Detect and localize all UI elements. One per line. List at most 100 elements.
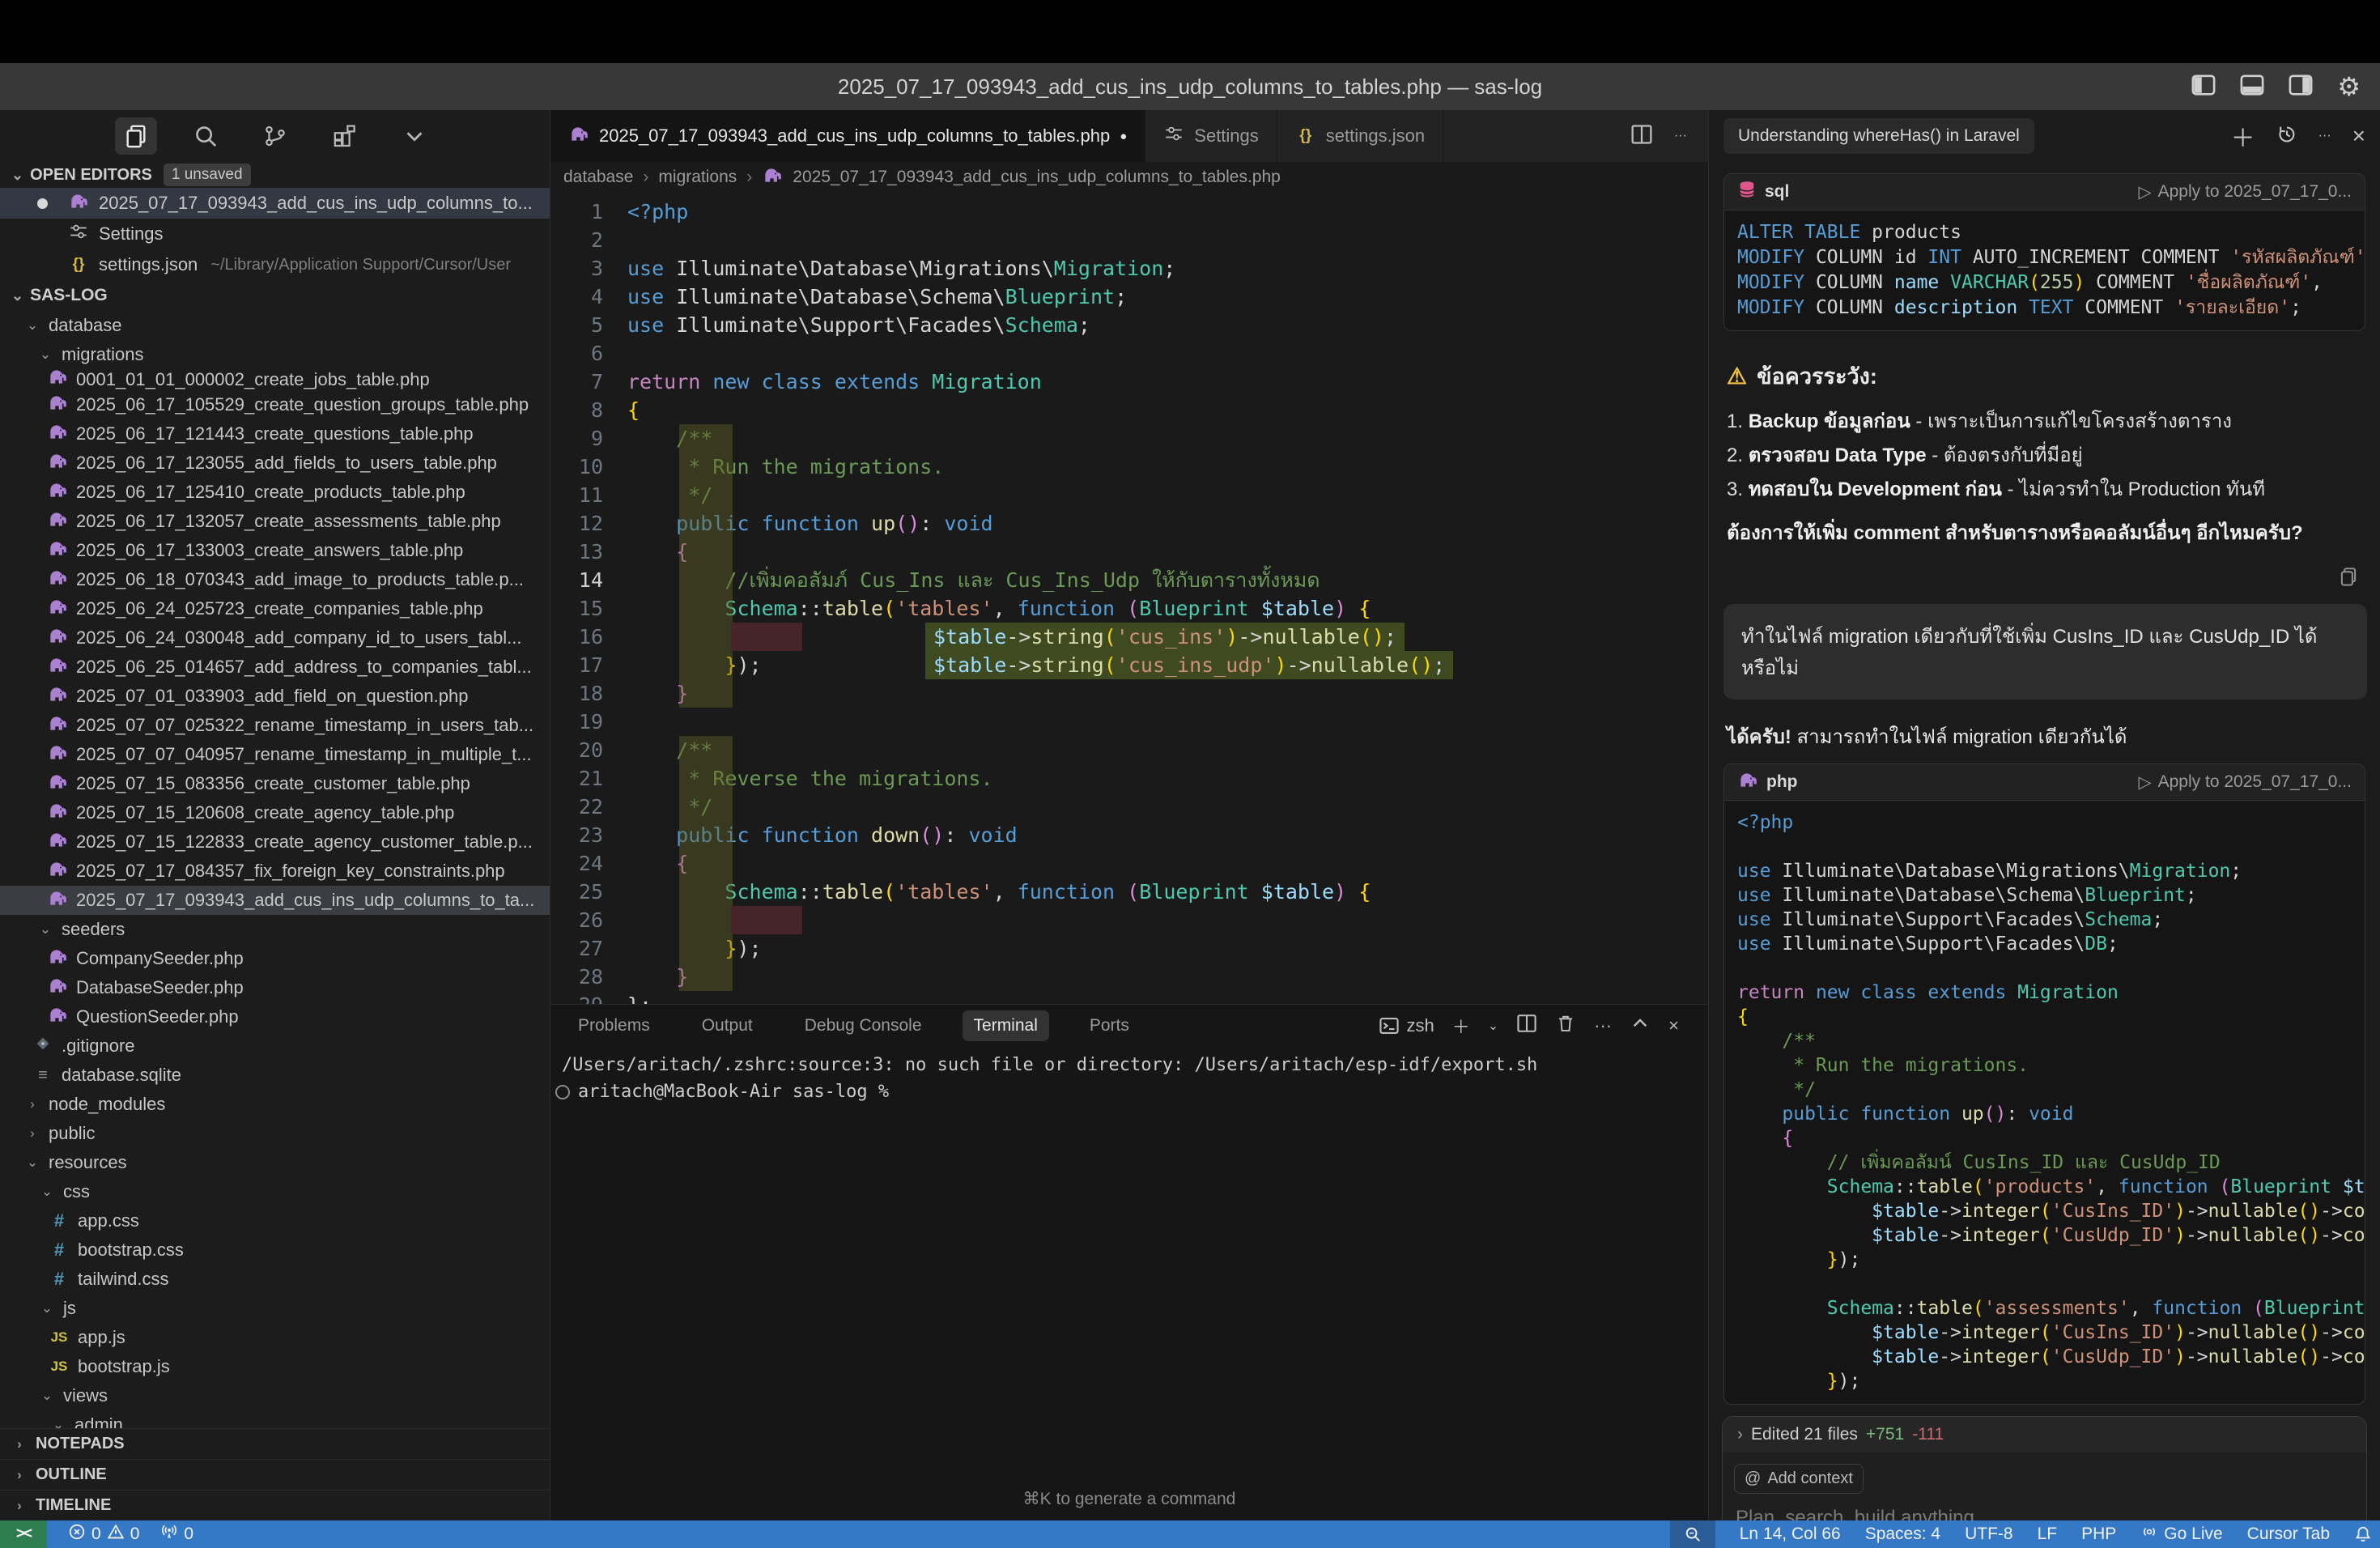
close-panel-icon[interactable]: × [1668, 1015, 1679, 1036]
tree-item[interactable]: 2025_06_17_125410_create_products_table.… [0, 478, 550, 507]
encoding[interactable]: UTF-8 [1965, 1525, 2013, 1544]
editor-tab[interactable]: {}settings.json [1277, 110, 1443, 162]
more-actions-icon[interactable]: ··· [1674, 129, 1687, 143]
tree-item[interactable]: #app.css [0, 1206, 550, 1235]
tree-item[interactable]: .gitignore [0, 1031, 550, 1061]
history-icon[interactable] [2276, 124, 2297, 149]
search-icon[interactable] [185, 117, 227, 155]
toggle-left-sidebar-icon[interactable] [2191, 73, 2216, 101]
tree-item[interactable]: ⌄js [0, 1294, 550, 1323]
terminal-output[interactable]: /Users/aritach/.zshrc:source:3: no such … [550, 1047, 1708, 1105]
tree-item[interactable]: ›node_modules [0, 1090, 550, 1119]
tab-terminal[interactable]: Terminal [963, 1010, 1049, 1041]
sidebar-section-notepads[interactable]: ›NOTEPADS [0, 1428, 550, 1459]
cursor-tab-status[interactable]: Cursor Tab [2247, 1525, 2330, 1544]
breadcrumb-filename[interactable]: 2025_07_17_093943_add_cus_ins_udp_column… [793, 168, 1281, 187]
remote-window-button[interactable]: >< [0, 1520, 47, 1548]
tab-problems[interactable]: Problems [567, 1010, 661, 1041]
tree-item[interactable]: 2025_07_01_033903_add_field_on_question.… [0, 682, 550, 711]
tree-item[interactable]: ⌄seeders [0, 915, 550, 944]
breadcrumb-migrations[interactable]: migrations [658, 168, 737, 187]
tree-item[interactable]: JSapp.js [0, 1323, 550, 1352]
settings-gear-icon[interactable]: ⚙ [2337, 71, 2361, 102]
tree-item[interactable]: 2025_07_07_040957_rename_timestamp_in_mu… [0, 740, 550, 769]
shell-chip[interactable]: zsh [1379, 1015, 1434, 1036]
breadcrumb[interactable]: database › migrations › 2025_07_17_09394… [550, 162, 1708, 193]
tree-item[interactable]: 2025_06_24_030048_add_company_id_to_user… [0, 623, 550, 653]
tab-output[interactable]: Output [691, 1010, 764, 1041]
copy-icon[interactable] [2338, 566, 2359, 591]
tree-item[interactable]: 2025_06_17_121443_create_questions_table… [0, 419, 550, 449]
more-actions-icon[interactable]: ··· [2318, 129, 2331, 143]
new-terminal-icon[interactable]: ＋ [1452, 1013, 1470, 1039]
maximize-panel-icon[interactable] [1630, 1013, 1651, 1039]
tree-item[interactable]: 2025_07_17_084357_fix_foreign_key_constr… [0, 857, 550, 886]
ports-status[interactable]: 0 [160, 1523, 193, 1546]
chat-tab[interactable]: Understanding whereHas() in Laravel [1723, 118, 2034, 154]
tree-item[interactable]: 2025_06_25_014657_add_address_to_compani… [0, 653, 550, 682]
tree-item[interactable]: ⌄views [0, 1381, 550, 1410]
cursor-position[interactable]: Ln 14, Col 66 [1740, 1525, 1841, 1544]
open-editor-item[interactable]: Settings [0, 219, 550, 249]
tab-debug-console[interactable]: Debug Console [793, 1010, 933, 1041]
chat-messages[interactable]: sql ▷Apply to 2025_07_17_0... ALTER TABL… [1709, 162, 2380, 1520]
apply-button[interactable]: ▷Apply to 2025_07_17_0... [2138, 182, 2352, 202]
sidebar-section-timeline[interactable]: ›TIMELINE [0, 1490, 550, 1520]
split-terminal-icon[interactable] [1516, 1013, 1537, 1039]
tree-item[interactable]: ⌄resources [0, 1148, 550, 1177]
tree-item[interactable]: ≡database.sqlite [0, 1061, 550, 1090]
tree-item[interactable]: 2025_06_24_025723_create_companies_table… [0, 594, 550, 623]
chevron-down-icon[interactable] [393, 117, 436, 155]
add-context-chip[interactable]: @ Add context [1734, 1464, 1864, 1494]
tree-item[interactable]: 2025_06_18_070343_add_image_to_products_… [0, 565, 550, 594]
tree-item[interactable]: ›public [0, 1119, 550, 1148]
open-editor-item[interactable]: {}settings.json~/Library/Application Sup… [0, 249, 550, 280]
language-mode[interactable]: PHP [2081, 1525, 2116, 1544]
apply-button[interactable]: ▷Apply to 2025_07_17_0... [2138, 772, 2352, 793]
tree-item[interactable]: 2025_06_17_133003_create_answers_table.p… [0, 536, 550, 565]
project-root-header[interactable]: ⌄ SAS-LOG [0, 280, 550, 311]
sidebar-section-outline[interactable]: ›OUTLINE [0, 1459, 550, 1490]
tree-item[interactable]: 2025_07_15_120608_create_agency_table.ph… [0, 798, 550, 827]
eol-sequence[interactable]: LF [2038, 1525, 2058, 1544]
tree-item[interactable]: DatabaseSeeder.php [0, 973, 550, 1002]
tree-item[interactable]: QuestionSeeder.php [0, 1002, 550, 1031]
tree-item[interactable]: ⌄admin [0, 1410, 550, 1428]
code-editor[interactable]: 1<?php23use Illuminate\Database\Migratio… [550, 193, 1708, 1114]
tree-item[interactable]: CompanySeeder.php [0, 944, 550, 973]
kill-terminal-icon[interactable] [1555, 1013, 1576, 1039]
chat-input[interactable]: Plan, search, build anything [1723, 1494, 2366, 1520]
tree-item[interactable]: ⌄migrations [0, 340, 550, 369]
files-copy-icon[interactable] [115, 117, 157, 155]
close-chat-icon[interactable]: × [2352, 123, 2365, 149]
tree-item[interactable]: JSbootstrap.js [0, 1352, 550, 1381]
toggle-bottom-panel-icon[interactable] [2240, 73, 2264, 101]
tree-item[interactable]: #tailwind.css [0, 1265, 550, 1294]
tree-item[interactable]: 2025_06_17_123055_add_fields_to_users_ta… [0, 449, 550, 478]
tree-item[interactable]: 0001_01_01_000002_create_jobs_table.php [0, 369, 550, 390]
more-actions-icon[interactable]: ··· [1594, 1015, 1612, 1036]
breadcrumb-database[interactable]: database [563, 168, 633, 187]
open-editors-header[interactable]: ⌄ OPEN EDITORS 1 unsaved [0, 162, 550, 188]
search-status-icon[interactable] [1670, 1520, 1715, 1548]
tree-item[interactable]: 2025_07_17_093943_add_cus_ins_udp_column… [0, 886, 550, 915]
tree-item[interactable]: 2025_06_17_105529_create_question_groups… [0, 390, 550, 419]
notifications-bell-icon[interactable] [2354, 1525, 2372, 1543]
tab-ports[interactable]: Ports [1078, 1010, 1141, 1041]
tree-item[interactable]: ⌄css [0, 1177, 550, 1206]
editor-tab[interactable]: Settings [1145, 110, 1277, 162]
extensions-icon[interactable] [324, 117, 366, 155]
editor-tab[interactable]: 2025_07_17_093943_add_cus_ins_udp_column… [550, 110, 1145, 162]
edited-files-row[interactable]: › Edited 21 files +751 -111 [1723, 1417, 2366, 1452]
open-editor-item[interactable]: 2025_07_17_093943_add_cus_ins_udp_column… [0, 188, 550, 219]
terminal-dropdown-icon[interactable]: ⌄ [1488, 1018, 1498, 1034]
tree-item[interactable]: #bootstrap.css [0, 1235, 550, 1265]
tree-item[interactable]: 2025_07_15_083356_create_customer_table.… [0, 769, 550, 798]
tree-item[interactable]: 2025_07_15_122833_create_agency_customer… [0, 827, 550, 857]
split-editor-icon[interactable] [1630, 123, 1653, 150]
tree-item[interactable]: 2025_07_07_025322_rename_timestamp_in_us… [0, 711, 550, 740]
problems-status[interactable]: 0 0 [68, 1523, 139, 1546]
toggle-right-sidebar-icon[interactable] [2289, 73, 2313, 101]
source-control-icon[interactable] [254, 117, 296, 155]
indentation[interactable]: Spaces: 4 [1865, 1525, 1940, 1544]
